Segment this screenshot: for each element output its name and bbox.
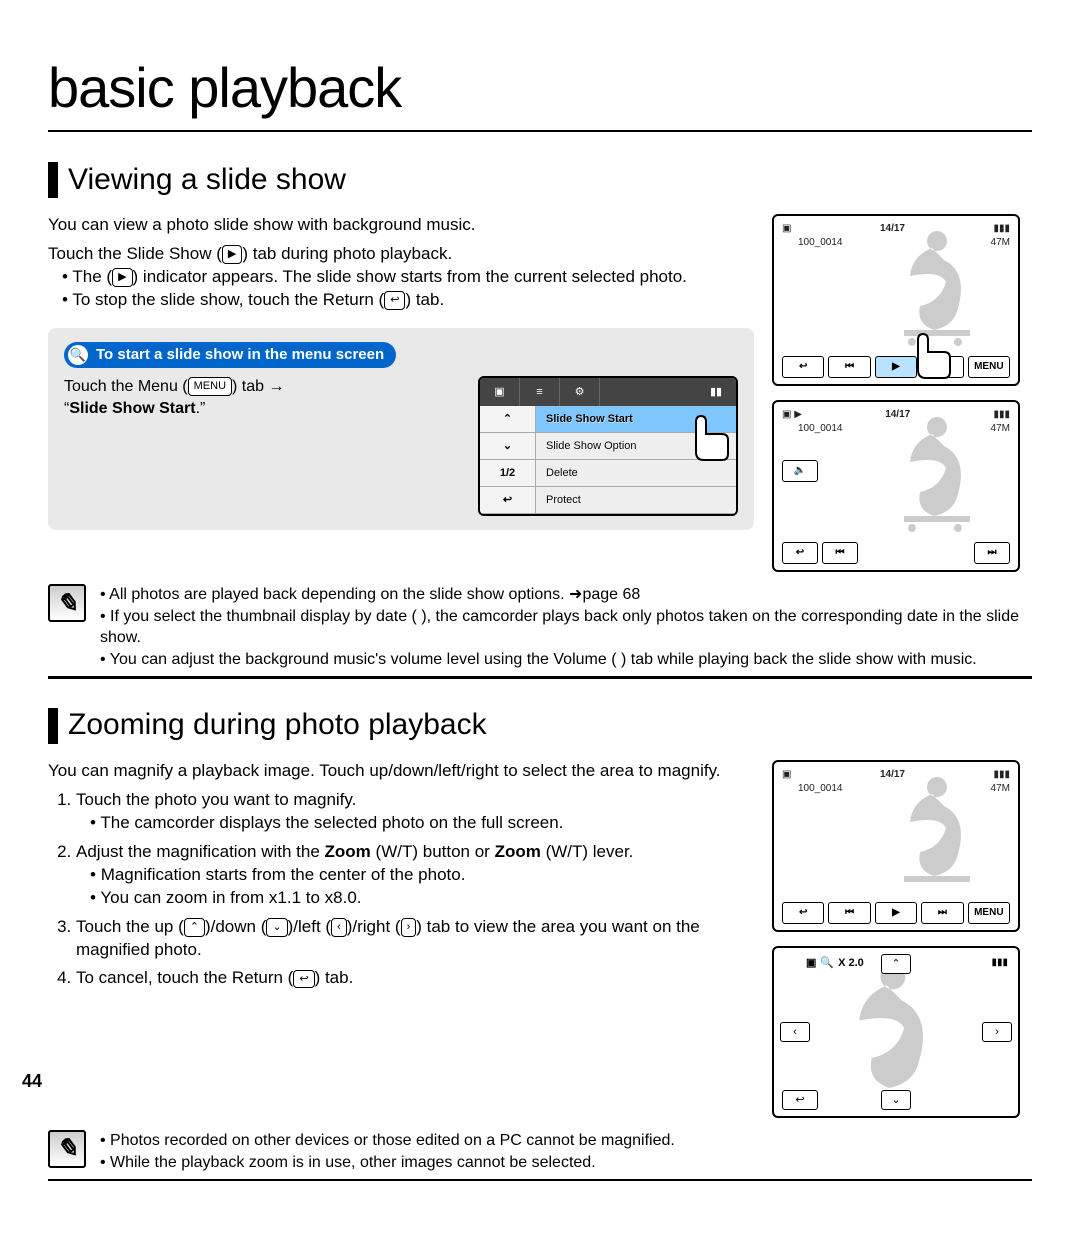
note-item: If you select the thumbnail display by d…	[100, 606, 1032, 649]
note-block-2: ✎ Photos recorded on other devices or th…	[48, 1130, 1032, 1173]
return-icon: ↩	[384, 291, 405, 310]
slideshow-indicator-icon: ▶	[112, 268, 132, 287]
next-tab[interactable]: ⏭	[921, 356, 963, 378]
skater-silhouette-icon	[882, 412, 992, 532]
skater-silhouette-icon	[882, 226, 992, 346]
battery-icon: ▮▮▮	[991, 956, 1008, 970]
playback-screenshot-1: ▣14/17▮▮▮ 100_001447M ↩ ⏮ ▶ ⏭ MENU	[772, 214, 1020, 386]
step-4: To cancel, touch the Return (↩) tab.	[76, 967, 754, 990]
folder-label: 100_0014	[798, 782, 843, 796]
prev-tab[interactable]: ⏮	[822, 542, 858, 564]
tip-box: 🔍 To start a slide show in the menu scre…	[48, 328, 754, 530]
pan-right-tab[interactable]: ›	[982, 1022, 1012, 1042]
right-icon: ›	[401, 918, 417, 937]
menu-item-protect[interactable]: Protect	[536, 487, 736, 514]
section-heading-slideshow: Viewing a slide show	[48, 160, 1032, 201]
slideshow-tab[interactable]: ▶	[875, 902, 917, 924]
menu-tab-icon: MENU	[188, 377, 232, 396]
menu-page-indicator: 1/2	[480, 460, 535, 487]
photo-mode-icon: ▣	[806, 956, 816, 971]
next-tab[interactable]: ⏭	[974, 542, 1010, 564]
note-block-1: ✎ All photos are played back depending o…	[48, 584, 1032, 670]
size-label: 47M	[991, 236, 1010, 250]
down-icon: ⌄	[266, 918, 287, 937]
photo-mode-icon: ▣ ▶	[782, 408, 802, 422]
tip-title: To start a slide show in the menu screen	[96, 345, 384, 365]
intro-text: You can magnify a playback image. Touch …	[48, 760, 754, 783]
intro-text: You can view a photo slide show with bac…	[48, 214, 754, 237]
menu-item-delete[interactable]: Delete	[536, 460, 736, 487]
next-tab[interactable]: ⏭	[921, 902, 963, 924]
folder-label: 100_0014	[798, 422, 843, 436]
battery-icon: ▮▮▮	[993, 768, 1010, 782]
pan-up-tab[interactable]: ⌃	[881, 954, 911, 974]
return-tab[interactable]: ↩	[782, 356, 824, 378]
zoom-screenshot-2: ▣🔍X 2.0 ▮▮▮ ⌃ ‹ › ⌄ ↩	[772, 946, 1020, 1118]
return-tab[interactable]: ↩	[782, 542, 818, 564]
photo-mode-icon: ▣	[782, 222, 791, 236]
steps-list: Touch the photo you want to magnify. The…	[76, 789, 754, 991]
prev-tab[interactable]: ⏮	[828, 356, 870, 378]
battery-icon: ▮▮▮	[993, 408, 1010, 422]
heading-bar	[48, 162, 58, 198]
note-icon: ✎	[48, 584, 86, 622]
folder-label: 100_0014	[798, 236, 843, 250]
menu-top-battery-icon: ▮▮	[696, 378, 736, 406]
note-icon: ✎	[48, 1130, 86, 1168]
return-icon: ↩	[293, 970, 314, 989]
zoom-screenshot-1: ▣14/17▮▮▮ 100_001447M ↩ ⏮ ▶ ⏭ MENU	[772, 760, 1020, 932]
step-1: Touch the photo you want to magnify. The…	[76, 789, 754, 835]
pan-left-tab[interactable]: ‹	[780, 1022, 810, 1042]
heading-text: Viewing a slide show	[68, 160, 346, 201]
battery-icon: ▮▮▮	[993, 222, 1010, 236]
pan-down-tab[interactable]: ⌄	[881, 1090, 911, 1110]
volume-tab[interactable]: 🔈	[782, 460, 818, 482]
left-icon: ‹	[331, 918, 347, 937]
note-item: While the playback zoom is in use, other…	[100, 1152, 675, 1174]
menu-down-button[interactable]: ⌄	[480, 433, 535, 460]
heading-bar	[48, 708, 58, 744]
step-2: Adjust the magnification with the Zoom (…	[76, 841, 754, 910]
tip-pill: 🔍 To start a slide show in the menu scre…	[64, 342, 396, 368]
up-icon: ⌃	[184, 918, 205, 937]
heading-text: Zooming during photo playback	[68, 705, 487, 746]
note-item: Photos recorded on other devices or thos…	[100, 1130, 675, 1152]
menu-tab[interactable]: MENU	[968, 356, 1010, 378]
menu-item-slideshow-option[interactable]: Slide Show Option	[536, 433, 736, 460]
menu-tab[interactable]: MENU	[968, 902, 1010, 924]
sub-bullet: The camcorder displays the selected phot…	[90, 812, 754, 835]
menu-item-slideshow-start[interactable]: Slide Show Start	[536, 406, 736, 433]
page-title: basic playback	[48, 50, 1032, 132]
photo-mode-icon: ▣	[782, 768, 791, 782]
slideshow-tab-icon: ▶	[222, 245, 242, 264]
bullet-list: The (▶) indicator appears. The slide sho…	[62, 266, 754, 312]
step-3: Touch the up (⌃)/down (⌄)/left (‹)/right…	[76, 916, 754, 962]
size-label: 47M	[991, 422, 1010, 436]
return-tab[interactable]: ↩	[782, 1090, 818, 1110]
menu-top-photo-icon: ▣	[480, 378, 520, 406]
page-number: 44	[22, 1069, 42, 1093]
slideshow-tab[interactable]: ▶	[875, 356, 917, 378]
size-label: 47M	[991, 782, 1010, 796]
playback-screenshot-2: ▣ ▶14/17▮▮▮ 100_001447M 🔈 ↩ ⏮ ⏭	[772, 400, 1020, 572]
menu-return-button[interactable]: ↩	[480, 487, 535, 514]
menu-top-gear-icon: ⚙	[560, 378, 600, 406]
instruction-line: Touch the Slide Show (▶) tab during phot…	[48, 243, 754, 266]
magnifier-icon: 🔍	[68, 345, 88, 365]
skater-silhouette-icon	[882, 772, 992, 892]
note-item: You can adjust the background music's vo…	[100, 649, 1032, 671]
skater-silhouette-icon	[818, 958, 968, 1108]
return-tab[interactable]: ↩	[782, 902, 824, 924]
menu-up-button[interactable]: ⌃	[480, 406, 535, 433]
sub-bullet: Magnification starts from the center of …	[90, 864, 754, 887]
menu-top-list-icon: ≡	[520, 378, 560, 406]
menu-screenshot: ▣ ≡ ⚙ ▮▮ ⌃ ⌄ 1/2 ↩ S	[478, 376, 738, 516]
note-item: All photos are played back depending on …	[100, 584, 1032, 606]
sub-bullet: You can zoom in from x1.1 to x8.0.	[90, 887, 754, 910]
prev-tab[interactable]: ⏮	[828, 902, 870, 924]
section-heading-zoom: Zooming during photo playback	[48, 705, 1032, 746]
